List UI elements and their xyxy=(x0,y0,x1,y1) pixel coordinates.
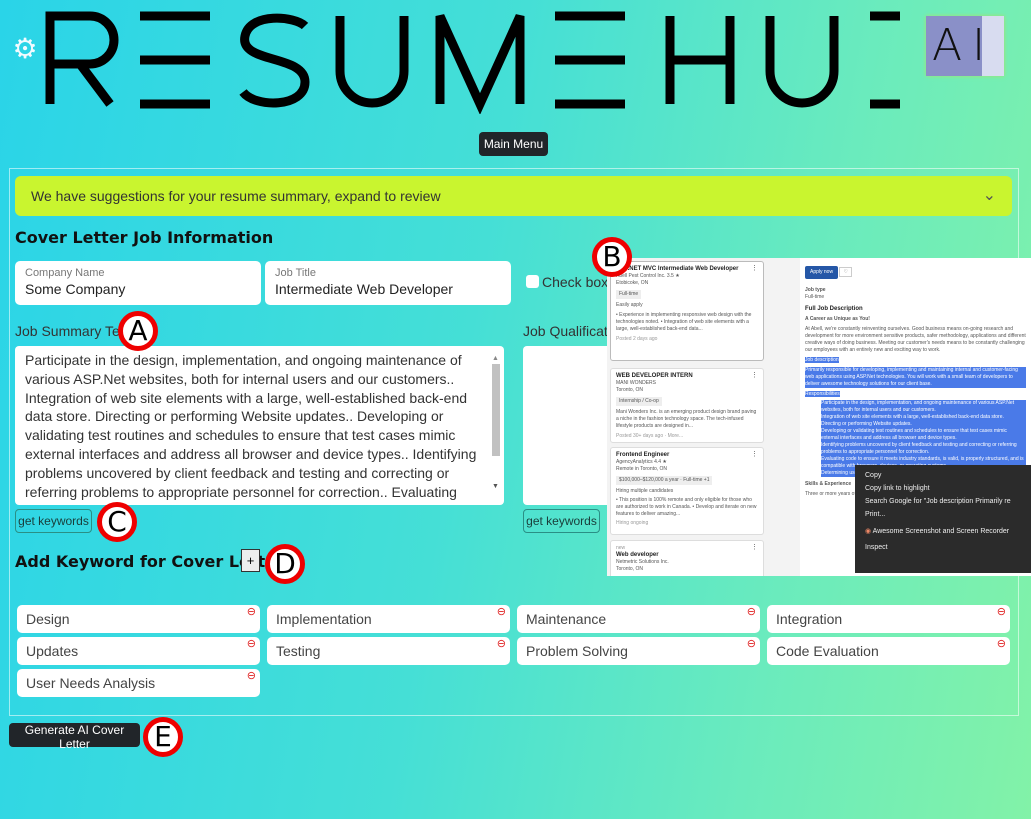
keyword-label: User Needs Analysis xyxy=(26,675,156,691)
annotation-marker-c: C xyxy=(97,502,137,542)
company-name-label: Company Name xyxy=(25,267,105,279)
scrollbar[interactable]: ▲ ▼ xyxy=(490,350,502,500)
keyword-chip[interactable]: Problem Solving ⊖ xyxy=(517,637,760,665)
remove-keyword-icon[interactable]: ⊖ xyxy=(497,606,506,618)
keyword-label: Maintenance xyxy=(526,611,607,627)
company-name-field[interactable]: Company Name Some Company xyxy=(15,261,261,305)
keyword-label: Problem Solving xyxy=(526,643,628,659)
resume-hub-logo xyxy=(45,11,900,114)
job-qualifications-textarea[interactable] xyxy=(523,346,613,505)
annotation-marker-b: B xyxy=(592,237,632,277)
remove-keyword-icon[interactable]: ⊖ xyxy=(497,638,506,650)
ai-logo-badge: AI xyxy=(926,16,1004,76)
suggestions-accordion[interactable]: We have suggestions for your resume summ… xyxy=(15,176,1012,216)
context-menu: Copy Copy link to highlight Search Google … xyxy=(855,465,1031,573)
suggestions-text: We have suggestions for your resume summ… xyxy=(31,188,441,204)
job-info-heading: Cover Letter Job Information xyxy=(15,228,274,247)
remove-keyword-icon[interactable]: ⊖ xyxy=(747,638,756,650)
keyword-chip[interactable]: Testing ⊖ xyxy=(267,637,510,665)
remove-keyword-icon[interactable]: ⊖ xyxy=(747,606,756,618)
annotation-marker-d: D xyxy=(265,544,305,584)
company-name-value: Some Company xyxy=(25,281,126,297)
annotation-marker-e: E xyxy=(143,717,183,757)
get-keywords-qualifications-button[interactable]: get keywords xyxy=(523,509,600,533)
job-summary-text: Participate in the design, implementatio… xyxy=(25,352,477,505)
job-qualifications-label: Job Qualificatio xyxy=(523,323,619,339)
job-posting-screenshot: ⋮ ASP.NET MVC Intermediate Web Developer … xyxy=(607,258,1031,576)
job-summary-textarea[interactable]: Participate in the design, implementatio… xyxy=(15,346,504,505)
job-title-label: Job Title xyxy=(275,267,316,279)
keyword-label: Integration xyxy=(776,611,843,627)
remove-keyword-icon[interactable]: ⊖ xyxy=(997,638,1006,650)
job-card: ⋮ new Web developer Netmetric Solutions In… xyxy=(610,540,764,576)
remove-keyword-icon[interactable]: ⊖ xyxy=(997,606,1006,618)
keyword-chip[interactable]: Implementation ⊖ xyxy=(267,605,510,633)
keyword-label: Design xyxy=(26,611,70,627)
keyword-label: Implementation xyxy=(276,611,372,627)
chevron-down-icon[interactable]: ⌄ xyxy=(983,176,996,216)
keyword-label: Testing xyxy=(276,643,321,659)
gear-icon[interactable]: ⚙ xyxy=(12,35,38,63)
remove-keyword-icon[interactable]: ⊖ xyxy=(247,606,256,618)
keyword-chip[interactable]: Integration ⊖ xyxy=(767,605,1010,633)
generate-cover-letter-button[interactable]: Generate AI Cover Letter xyxy=(9,723,140,751)
checkbox[interactable] xyxy=(526,275,539,288)
job-card: ⋮ WEB DEVELOPER INTERN MANI WONDERS Toront… xyxy=(610,368,764,443)
keyword-label: Updates xyxy=(26,643,79,659)
keyword-chip[interactable]: Maintenance ⊖ xyxy=(517,605,760,633)
annotation-marker-a: A xyxy=(118,311,158,351)
checkbox-label: Check box i xyxy=(542,274,616,290)
remove-keyword-icon[interactable]: ⊖ xyxy=(247,670,256,682)
keyword-label: Code Evaluation xyxy=(776,643,879,659)
main-menu-button[interactable]: Main Menu xyxy=(479,132,548,156)
keyword-chip[interactable]: User Needs Analysis ⊖ xyxy=(17,669,260,697)
job-summary-label: Job Summary Text xyxy=(15,323,131,339)
get-keywords-summary-button[interactable]: get keywords xyxy=(15,509,92,533)
job-card: ⋮ ASP.NET MVC Intermediate Web Developer … xyxy=(610,261,764,361)
keyword-chip[interactable]: Design ⊖ xyxy=(17,605,260,633)
remove-keyword-icon[interactable]: ⊖ xyxy=(247,638,256,650)
keyword-chip[interactable]: Code Evaluation ⊖ xyxy=(767,637,1010,665)
job-title-field[interactable]: Job Title Intermediate Web Developer xyxy=(265,261,511,305)
job-title-value: Intermediate Web Developer xyxy=(275,281,453,297)
keyword-chip[interactable]: Updates ⊖ xyxy=(17,637,260,665)
job-card: ⋮ Frontend Engineer AgencyAnalytics 4.4 ★… xyxy=(610,447,764,535)
add-keyword-button[interactable]: + xyxy=(241,549,260,572)
